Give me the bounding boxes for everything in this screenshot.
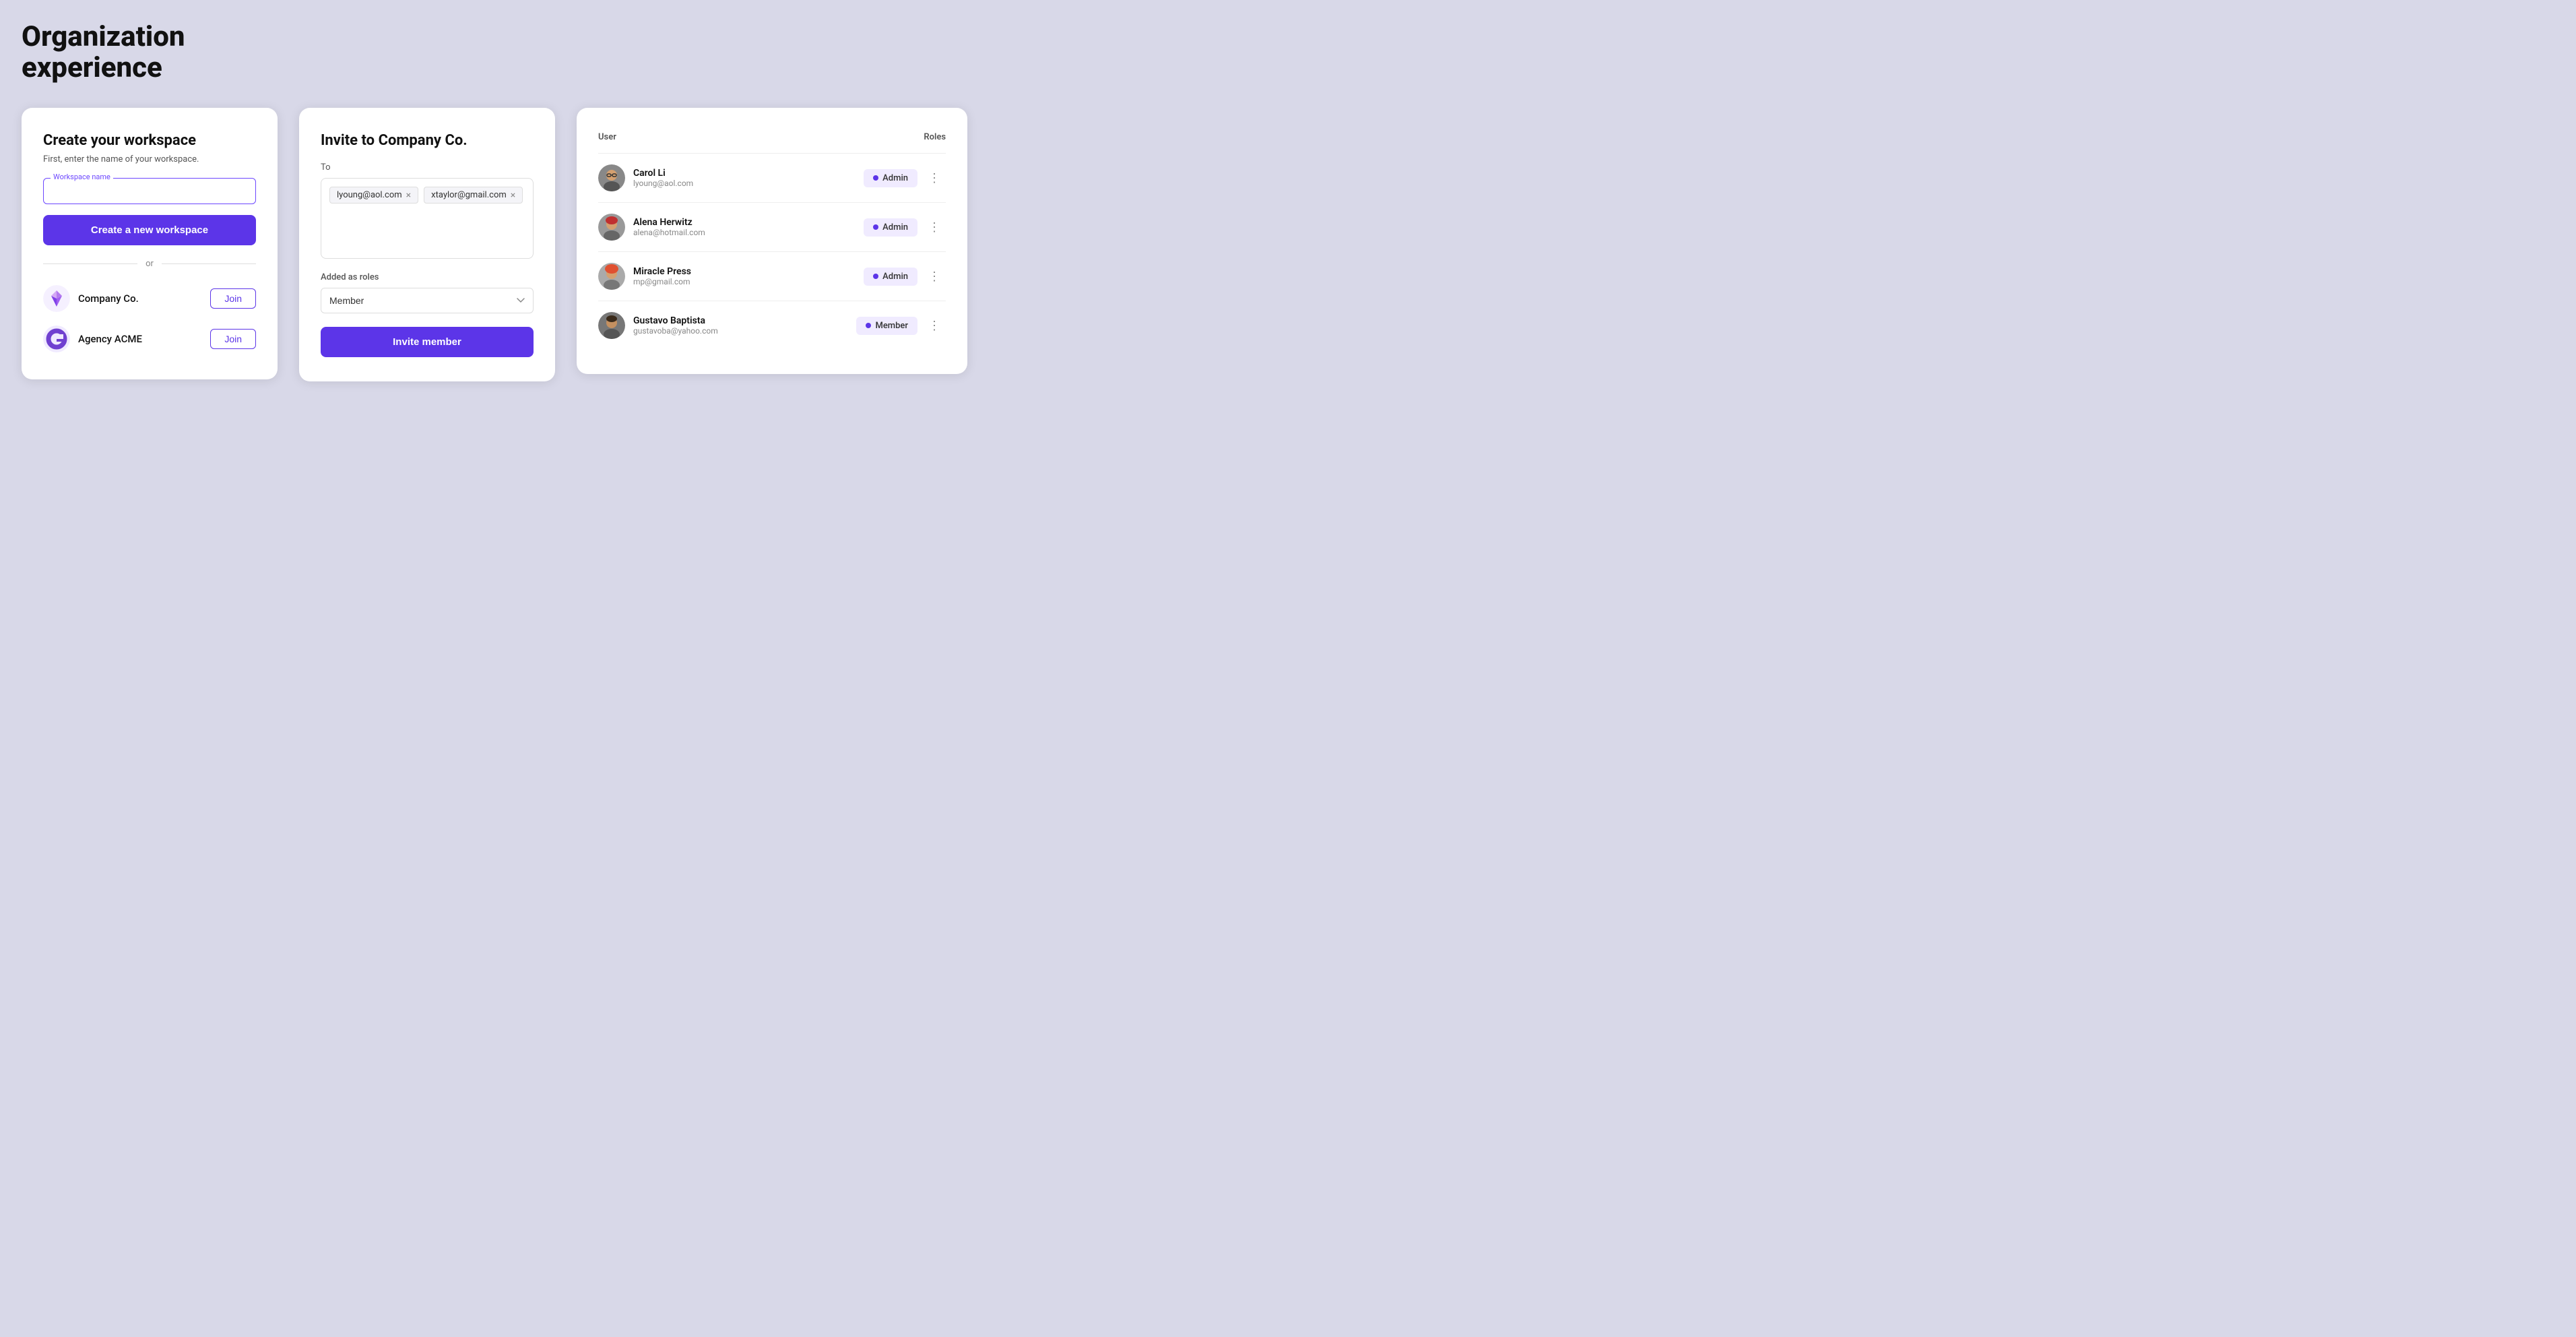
- user-avatar-0: [598, 164, 625, 191]
- email-tag-close-1[interactable]: ×: [511, 191, 515, 200]
- col-header-user: User: [598, 132, 798, 154]
- role-cell-1: Admin ⋮: [798, 203, 946, 252]
- user-email-3: gustavoba@yahoo.com: [633, 326, 718, 336]
- role-dot-1: [873, 224, 878, 230]
- org-name-company-co: Company Co.: [78, 292, 139, 305]
- col-header-roles: Roles: [798, 132, 946, 154]
- org-list: Company Co. Join Ag: [43, 282, 256, 355]
- more-button-1[interactable]: ⋮: [923, 218, 946, 237]
- table-row: Alena Herwitz alena@hotmail.com Admin ⋮: [598, 203, 946, 252]
- user-cell-3: Gustavo Baptista gustavoba@yahoo.com: [598, 301, 798, 350]
- divider-line-right: [162, 263, 256, 264]
- create-workspace-button[interactable]: Create a new workspace: [43, 215, 256, 245]
- user-info-3: Gustavo Baptista gustavoba@yahoo.com: [633, 315, 718, 336]
- users-table: User Roles Carol Li lyoung@aol.com: [598, 132, 946, 350]
- invite-card-title: Invite to Company Co.: [321, 132, 534, 149]
- divider-text: or: [146, 259, 154, 269]
- workspace-name-input[interactable]: [52, 187, 247, 197]
- workspace-name-input-group: Workspace name: [43, 178, 256, 204]
- invite-card: Invite to Company Co. To lyoung@aol.com …: [299, 108, 555, 381]
- user-email-1: alena@hotmail.com: [633, 228, 705, 237]
- user-cell-0: Carol Li lyoung@aol.com: [598, 154, 798, 203]
- role-cell-2: Admin ⋮: [798, 252, 946, 301]
- user-name-2: Miracle Press: [633, 266, 691, 277]
- workspace-card-subtitle: First, enter the name of your workspace.: [43, 154, 256, 164]
- divider-line-left: [43, 263, 137, 264]
- table-row: Carol Li lyoung@aol.com Admin ⋮: [598, 154, 946, 203]
- role-badge-0: Admin: [864, 169, 917, 187]
- email-tag-address-1: xtaylor@gmail.com: [431, 190, 507, 200]
- table-row: Miracle Press mp@gmail.com Admin ⋮: [598, 252, 946, 301]
- org-item-agency-acme: Agency ACME Join: [43, 323, 256, 355]
- role-dot-2: [873, 274, 878, 279]
- user-avatar-1: [598, 214, 625, 241]
- divider: or: [43, 259, 256, 269]
- email-input-area[interactable]: lyoung@aol.com × xtaylor@gmail.com ×: [321, 178, 534, 259]
- role-dot-3: [866, 323, 871, 328]
- role-badge-2: Admin: [864, 268, 917, 286]
- user-cell-1: Alena Herwitz alena@hotmail.com: [598, 203, 798, 252]
- agency-acme-logo: [43, 325, 70, 352]
- user-avatar-2: [598, 263, 625, 290]
- create-workspace-card: Create your workspace First, enter the n…: [22, 108, 278, 379]
- email-tag-close-0[interactable]: ×: [406, 191, 411, 200]
- cards-container: Create your workspace First, enter the n…: [22, 108, 2554, 381]
- user-name-3: Gustavo Baptista: [633, 315, 718, 326]
- org-item-company-co: Company Co. Join: [43, 282, 256, 315]
- user-info-2: Miracle Press mp@gmail.com: [633, 266, 691, 286]
- added-as-roles-label: Added as roles: [321, 272, 534, 282]
- user-name-0: Carol Li: [633, 168, 693, 179]
- invite-to-label: To: [321, 162, 534, 173]
- email-tag-0: lyoung@aol.com ×: [329, 187, 418, 204]
- user-name-1: Alena Herwitz: [633, 217, 705, 228]
- join-button-agency-acme[interactable]: Join: [210, 329, 256, 349]
- user-info-0: Carol Li lyoung@aol.com: [633, 168, 693, 188]
- invite-member-button[interactable]: Invite member: [321, 327, 534, 357]
- role-badge-1: Admin: [864, 218, 917, 237]
- workspace-card-title: Create your workspace: [43, 132, 256, 149]
- roles-select[interactable]: Member Admin Viewer: [321, 288, 534, 313]
- email-tag-1: xtaylor@gmail.com ×: [424, 187, 523, 204]
- role-cell-0: Admin ⋮: [798, 154, 946, 203]
- more-button-2[interactable]: ⋮: [923, 267, 946, 286]
- user-email-2: mp@gmail.com: [633, 277, 691, 286]
- users-card: User Roles Carol Li lyoung@aol.com: [577, 108, 967, 374]
- user-email-0: lyoung@aol.com: [633, 179, 693, 188]
- more-button-0[interactable]: ⋮: [923, 168, 946, 188]
- company-co-logo: [43, 285, 70, 312]
- table-row: Gustavo Baptista gustavoba@yahoo.com Mem…: [598, 301, 946, 350]
- user-info-1: Alena Herwitz alena@hotmail.com: [633, 217, 705, 237]
- email-tag-address-0: lyoung@aol.com: [337, 190, 402, 200]
- workspace-name-label: Workspace name: [51, 173, 113, 181]
- org-name-agency-acme: Agency ACME: [78, 333, 142, 345]
- user-cell-2: Miracle Press mp@gmail.com: [598, 252, 798, 301]
- role-cell-3: Member ⋮: [798, 301, 946, 350]
- page-title: Organization experience: [22, 22, 2554, 84]
- user-avatar-3: [598, 312, 625, 339]
- more-button-3[interactable]: ⋮: [923, 316, 946, 336]
- role-dot-0: [873, 175, 878, 181]
- join-button-company-co[interactable]: Join: [210, 288, 256, 309]
- role-badge-3: Member: [856, 317, 917, 335]
